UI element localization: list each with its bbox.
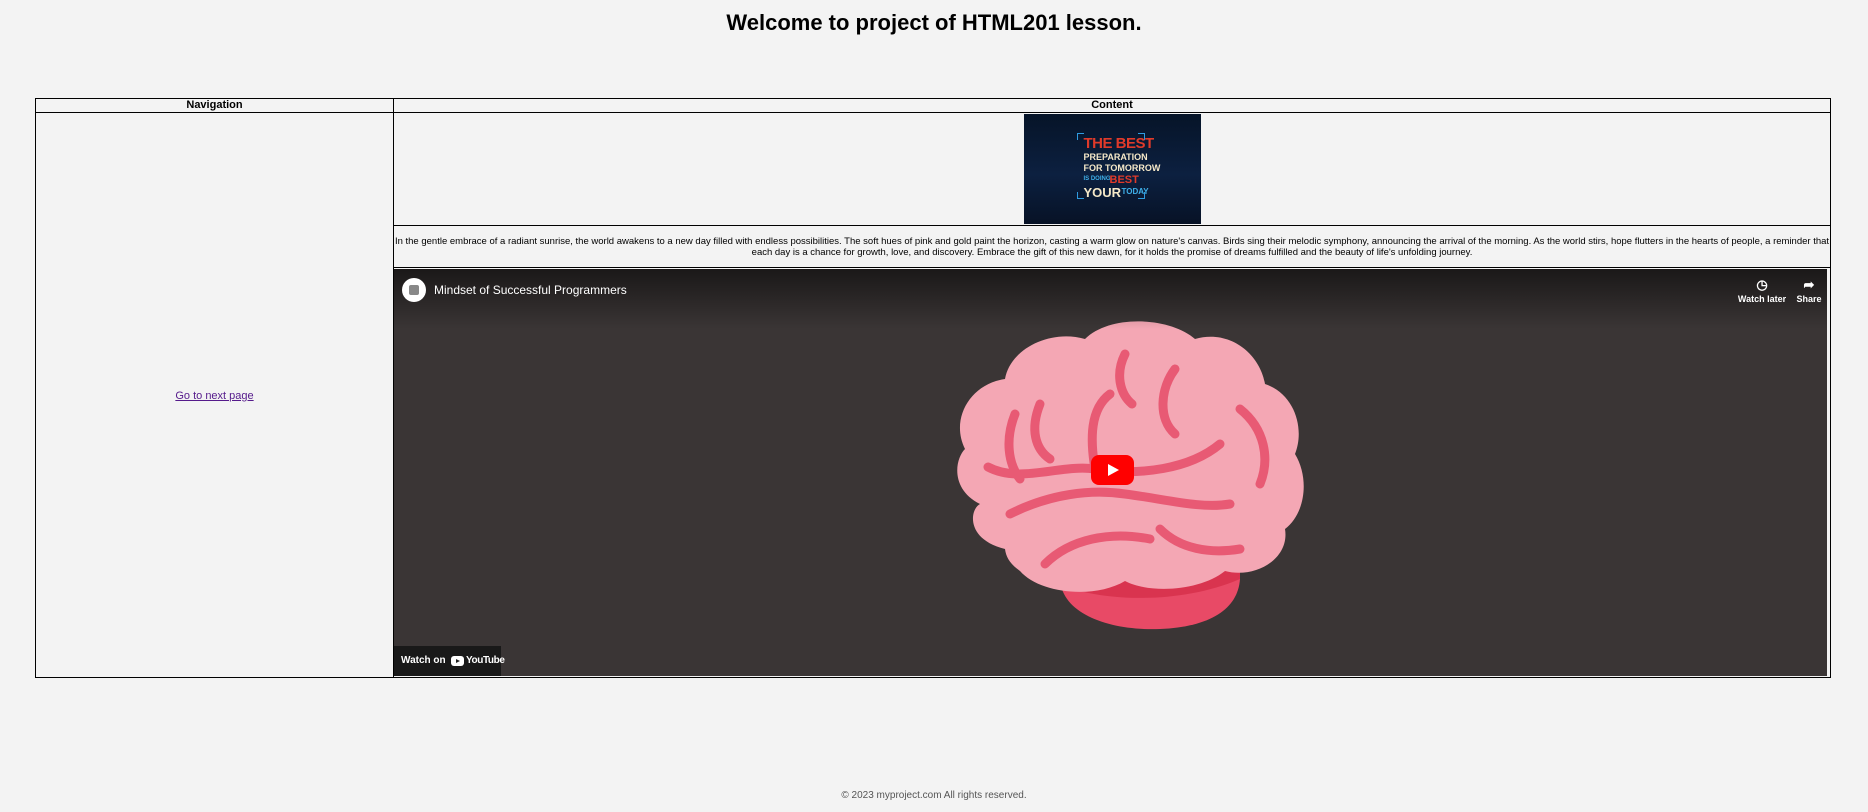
video-title[interactable]: Mindset of Successful Programmers [434,283,627,297]
watch-on-label: Watch on [401,655,446,666]
footer-copyright: © 2023 myproject.com All rights reserved… [841,790,1027,801]
next-page-link[interactable]: Go to next page [175,390,253,402]
motivational-poster: THE BEST PREPARATION FOR TOMORROW IS DOI… [1023,114,1201,224]
share-icon: ➦ [1803,277,1815,292]
poster-line-2: PREPARATION [1083,152,1148,162]
navigation-header: Navigation [35,98,394,113]
poster-line-1: THE BEST [1083,135,1155,152]
video-cell: Mindset of Successful Programmers ◷ Watc… [393,267,1831,678]
layout-table: Navigation Content Go to next page THE B… [35,98,1831,678]
watch-on-youtube-button[interactable]: Watch on YouTube [394,646,505,676]
poster-line-5b: TODAY [1121,187,1149,196]
video-top-shade [394,269,1827,329]
intro-paragraph: In the gentle embrace of a radiant sunri… [393,225,1831,268]
channel-avatar[interactable] [402,278,426,302]
play-button[interactable] [1091,455,1134,485]
image-cell: THE BEST PREPARATION FOR TOMORROW IS DOI… [393,112,1831,226]
poster-line-4a: IS DOING [1083,176,1111,182]
poster-line-3: FOR TOMORROW [1083,163,1161,173]
content-header: Content [393,98,1831,113]
poster-line-5a: YOUR [1083,185,1122,200]
page-title: Welcome to project of HTML201 lesson. [726,10,1142,35]
navigation-cell: Go to next page [35,112,394,678]
youtube-embed[interactable]: Mindset of Successful Programmers ◷ Watc… [394,269,1827,676]
share-button[interactable]: ➦ Share [1779,276,1827,304]
youtube-logo-icon [451,656,464,666]
youtube-wordmark: YouTube [466,655,505,666]
share-label: Share [1796,294,1822,304]
